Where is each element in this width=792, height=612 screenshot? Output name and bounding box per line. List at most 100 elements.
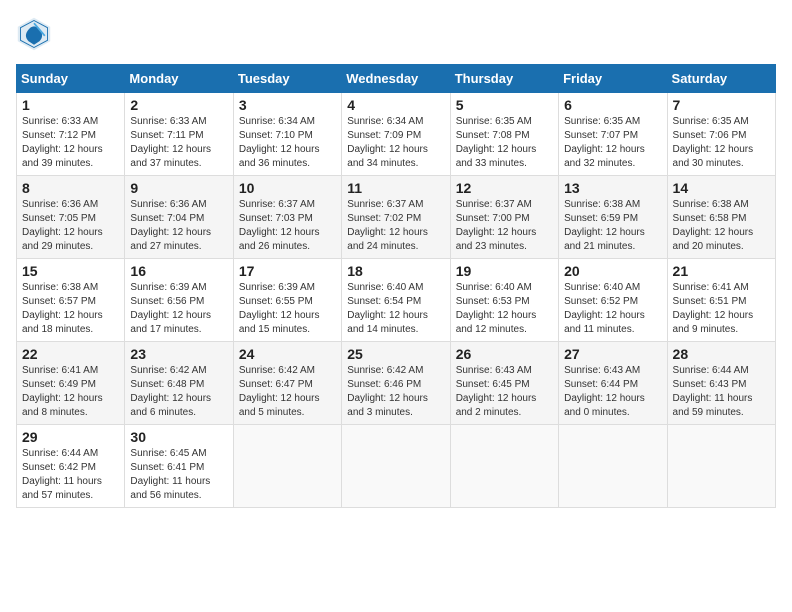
day-info: Sunrise: 6:36 AM Sunset: 7:04 PM Dayligh… bbox=[130, 198, 227, 254]
day-number: 26 bbox=[456, 346, 553, 362]
calendar-cell bbox=[233, 425, 341, 508]
col-monday: Monday bbox=[125, 65, 233, 93]
calendar-week-5: 29 Sunrise: 6:44 AM Sunset: 6:42 PM Dayl… bbox=[17, 425, 776, 508]
col-friday: Friday bbox=[559, 65, 667, 93]
day-number: 27 bbox=[564, 346, 661, 362]
day-info: Sunrise: 6:38 AM Sunset: 6:59 PM Dayligh… bbox=[564, 198, 661, 254]
day-number: 19 bbox=[456, 263, 553, 279]
day-info: Sunrise: 6:34 AM Sunset: 7:10 PM Dayligh… bbox=[239, 115, 336, 171]
calendar-cell: 30 Sunrise: 6:45 AM Sunset: 6:41 PM Dayl… bbox=[125, 425, 233, 508]
day-info: Sunrise: 6:42 AM Sunset: 6:46 PM Dayligh… bbox=[347, 364, 444, 420]
day-info: Sunrise: 6:33 AM Sunset: 7:12 PM Dayligh… bbox=[22, 115, 119, 171]
calendar-body: 1 Sunrise: 6:33 AM Sunset: 7:12 PM Dayli… bbox=[17, 93, 776, 508]
day-number: 13 bbox=[564, 180, 661, 196]
day-info: Sunrise: 6:35 AM Sunset: 7:08 PM Dayligh… bbox=[456, 115, 553, 171]
calendar-cell bbox=[559, 425, 667, 508]
calendar-table: Sunday Monday Tuesday Wednesday Thursday… bbox=[16, 64, 776, 508]
calendar-cell bbox=[667, 425, 775, 508]
calendar-week-1: 1 Sunrise: 6:33 AM Sunset: 7:12 PM Dayli… bbox=[17, 93, 776, 176]
day-info: Sunrise: 6:42 AM Sunset: 6:47 PM Dayligh… bbox=[239, 364, 336, 420]
calendar-cell: 16 Sunrise: 6:39 AM Sunset: 6:56 PM Dayl… bbox=[125, 259, 233, 342]
day-number: 24 bbox=[239, 346, 336, 362]
day-number: 25 bbox=[347, 346, 444, 362]
day-number: 3 bbox=[239, 97, 336, 113]
day-info: Sunrise: 6:38 AM Sunset: 6:57 PM Dayligh… bbox=[22, 281, 119, 337]
calendar-cell: 17 Sunrise: 6:39 AM Sunset: 6:55 PM Dayl… bbox=[233, 259, 341, 342]
day-info: Sunrise: 6:37 AM Sunset: 7:03 PM Dayligh… bbox=[239, 198, 336, 254]
col-sunday: Sunday bbox=[17, 65, 125, 93]
day-number: 4 bbox=[347, 97, 444, 113]
calendar-cell: 23 Sunrise: 6:42 AM Sunset: 6:48 PM Dayl… bbox=[125, 342, 233, 425]
day-number: 1 bbox=[22, 97, 119, 113]
day-number: 10 bbox=[239, 180, 336, 196]
calendar-cell: 28 Sunrise: 6:44 AM Sunset: 6:43 PM Dayl… bbox=[667, 342, 775, 425]
day-info: Sunrise: 6:44 AM Sunset: 6:43 PM Dayligh… bbox=[673, 364, 770, 420]
calendar-cell: 7 Sunrise: 6:35 AM Sunset: 7:06 PM Dayli… bbox=[667, 93, 775, 176]
day-number: 17 bbox=[239, 263, 336, 279]
calendar-cell: 11 Sunrise: 6:37 AM Sunset: 7:02 PM Dayl… bbox=[342, 176, 450, 259]
day-number: 18 bbox=[347, 263, 444, 279]
day-info: Sunrise: 6:33 AM Sunset: 7:11 PM Dayligh… bbox=[130, 115, 227, 171]
day-number: 12 bbox=[456, 180, 553, 196]
calendar-cell: 2 Sunrise: 6:33 AM Sunset: 7:11 PM Dayli… bbox=[125, 93, 233, 176]
day-number: 11 bbox=[347, 180, 444, 196]
calendar-cell: 21 Sunrise: 6:41 AM Sunset: 6:51 PM Dayl… bbox=[667, 259, 775, 342]
calendar-cell: 5 Sunrise: 6:35 AM Sunset: 7:08 PM Dayli… bbox=[450, 93, 558, 176]
day-info: Sunrise: 6:35 AM Sunset: 7:07 PM Dayligh… bbox=[564, 115, 661, 171]
day-number: 2 bbox=[130, 97, 227, 113]
calendar-cell: 22 Sunrise: 6:41 AM Sunset: 6:49 PM Dayl… bbox=[17, 342, 125, 425]
day-number: 30 bbox=[130, 429, 227, 445]
day-info: Sunrise: 6:37 AM Sunset: 7:02 PM Dayligh… bbox=[347, 198, 444, 254]
logo bbox=[16, 16, 56, 52]
header-row: Sunday Monday Tuesday Wednesday Thursday… bbox=[17, 65, 776, 93]
day-info: Sunrise: 6:42 AM Sunset: 6:48 PM Dayligh… bbox=[130, 364, 227, 420]
calendar-week-2: 8 Sunrise: 6:36 AM Sunset: 7:05 PM Dayli… bbox=[17, 176, 776, 259]
day-info: Sunrise: 6:39 AM Sunset: 6:55 PM Dayligh… bbox=[239, 281, 336, 337]
day-info: Sunrise: 6:40 AM Sunset: 6:54 PM Dayligh… bbox=[347, 281, 444, 337]
day-number: 8 bbox=[22, 180, 119, 196]
calendar-cell: 3 Sunrise: 6:34 AM Sunset: 7:10 PM Dayli… bbox=[233, 93, 341, 176]
calendar-cell: 26 Sunrise: 6:43 AM Sunset: 6:45 PM Dayl… bbox=[450, 342, 558, 425]
day-info: Sunrise: 6:34 AM Sunset: 7:09 PM Dayligh… bbox=[347, 115, 444, 171]
day-info: Sunrise: 6:45 AM Sunset: 6:41 PM Dayligh… bbox=[130, 447, 227, 503]
calendar-cell: 25 Sunrise: 6:42 AM Sunset: 6:46 PM Dayl… bbox=[342, 342, 450, 425]
calendar-cell: 10 Sunrise: 6:37 AM Sunset: 7:03 PM Dayl… bbox=[233, 176, 341, 259]
calendar-cell: 1 Sunrise: 6:33 AM Sunset: 7:12 PM Dayli… bbox=[17, 93, 125, 176]
calendar-cell: 9 Sunrise: 6:36 AM Sunset: 7:04 PM Dayli… bbox=[125, 176, 233, 259]
day-info: Sunrise: 6:41 AM Sunset: 6:49 PM Dayligh… bbox=[22, 364, 119, 420]
calendar-cell: 20 Sunrise: 6:40 AM Sunset: 6:52 PM Dayl… bbox=[559, 259, 667, 342]
day-info: Sunrise: 6:37 AM Sunset: 7:00 PM Dayligh… bbox=[456, 198, 553, 254]
calendar-cell: 6 Sunrise: 6:35 AM Sunset: 7:07 PM Dayli… bbox=[559, 93, 667, 176]
day-number: 21 bbox=[673, 263, 770, 279]
day-info: Sunrise: 6:40 AM Sunset: 6:53 PM Dayligh… bbox=[456, 281, 553, 337]
day-number: 16 bbox=[130, 263, 227, 279]
day-info: Sunrise: 6:35 AM Sunset: 7:06 PM Dayligh… bbox=[673, 115, 770, 171]
calendar-cell: 15 Sunrise: 6:38 AM Sunset: 6:57 PM Dayl… bbox=[17, 259, 125, 342]
calendar-week-3: 15 Sunrise: 6:38 AM Sunset: 6:57 PM Dayl… bbox=[17, 259, 776, 342]
day-info: Sunrise: 6:41 AM Sunset: 6:51 PM Dayligh… bbox=[673, 281, 770, 337]
logo-icon bbox=[16, 16, 52, 52]
calendar-cell: 14 Sunrise: 6:38 AM Sunset: 6:58 PM Dayl… bbox=[667, 176, 775, 259]
day-info: Sunrise: 6:36 AM Sunset: 7:05 PM Dayligh… bbox=[22, 198, 119, 254]
calendar-week-4: 22 Sunrise: 6:41 AM Sunset: 6:49 PM Dayl… bbox=[17, 342, 776, 425]
day-number: 7 bbox=[673, 97, 770, 113]
day-number: 23 bbox=[130, 346, 227, 362]
calendar-cell: 12 Sunrise: 6:37 AM Sunset: 7:00 PM Dayl… bbox=[450, 176, 558, 259]
day-number: 22 bbox=[22, 346, 119, 362]
day-info: Sunrise: 6:40 AM Sunset: 6:52 PM Dayligh… bbox=[564, 281, 661, 337]
col-wednesday: Wednesday bbox=[342, 65, 450, 93]
day-info: Sunrise: 6:43 AM Sunset: 6:45 PM Dayligh… bbox=[456, 364, 553, 420]
col-saturday: Saturday bbox=[667, 65, 775, 93]
day-number: 5 bbox=[456, 97, 553, 113]
calendar-cell bbox=[342, 425, 450, 508]
calendar-cell: 13 Sunrise: 6:38 AM Sunset: 6:59 PM Dayl… bbox=[559, 176, 667, 259]
calendar-cell: 19 Sunrise: 6:40 AM Sunset: 6:53 PM Dayl… bbox=[450, 259, 558, 342]
day-number: 14 bbox=[673, 180, 770, 196]
page-header bbox=[16, 16, 776, 52]
day-info: Sunrise: 6:39 AM Sunset: 6:56 PM Dayligh… bbox=[130, 281, 227, 337]
day-info: Sunrise: 6:43 AM Sunset: 6:44 PM Dayligh… bbox=[564, 364, 661, 420]
calendar-cell: 8 Sunrise: 6:36 AM Sunset: 7:05 PM Dayli… bbox=[17, 176, 125, 259]
day-number: 20 bbox=[564, 263, 661, 279]
day-number: 28 bbox=[673, 346, 770, 362]
day-info: Sunrise: 6:44 AM Sunset: 6:42 PM Dayligh… bbox=[22, 447, 119, 503]
